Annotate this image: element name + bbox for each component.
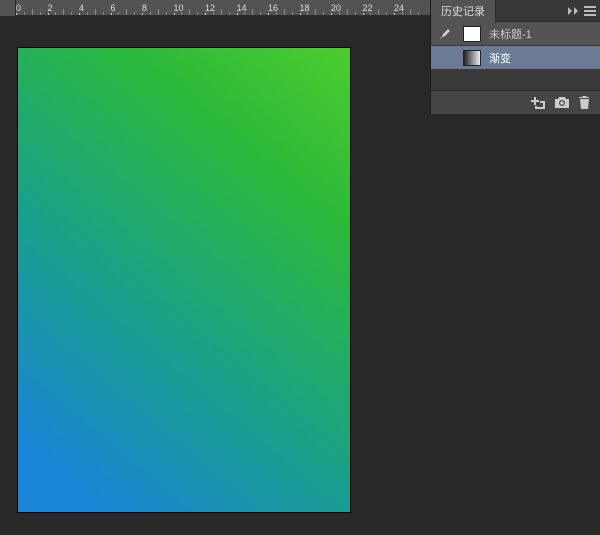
history-item-gradient[interactable]: 渐变 xyxy=(431,46,600,70)
ruler-ticks: 024681012141618202224 xyxy=(16,0,430,15)
camera-icon[interactable] xyxy=(555,97,569,108)
collapse-icon[interactable] xyxy=(568,7,578,15)
ruler-tick: 2 xyxy=(48,3,53,13)
canvas-area xyxy=(0,16,430,535)
history-list: 未标题-1 渐变 xyxy=(431,22,600,90)
panel-menu-icon[interactable] xyxy=(584,6,596,16)
history-item-label: 渐变 xyxy=(489,50,511,66)
ruler-tick: 6 xyxy=(111,3,116,13)
brush-icon xyxy=(439,27,455,41)
trash-icon[interactable] xyxy=(579,96,590,109)
history-empty-row xyxy=(431,70,600,90)
ruler-tick: 8 xyxy=(142,3,147,13)
panel-tab-bar: 历史记录 xyxy=(431,0,600,22)
tab-history[interactable]: 历史记录 xyxy=(431,0,496,23)
horizontal-ruler: 024681012141618202224 xyxy=(0,0,430,16)
document-thumbnail xyxy=(463,26,481,42)
history-item-document[interactable]: 未标题-1 xyxy=(431,22,600,46)
ruler-tick: 0 xyxy=(16,3,21,13)
gradient-thumbnail xyxy=(463,50,481,66)
ruler-tick: 4 xyxy=(79,3,84,13)
document-canvas[interactable] xyxy=(18,48,350,512)
history-item-label: 未标题-1 xyxy=(489,26,532,42)
history-panel: 历史记录 未标题-1 渐变 xyxy=(430,0,600,114)
panel-footer xyxy=(431,90,600,114)
ruler-corner xyxy=(0,0,16,16)
create-snapshot-icon[interactable] xyxy=(531,97,545,109)
